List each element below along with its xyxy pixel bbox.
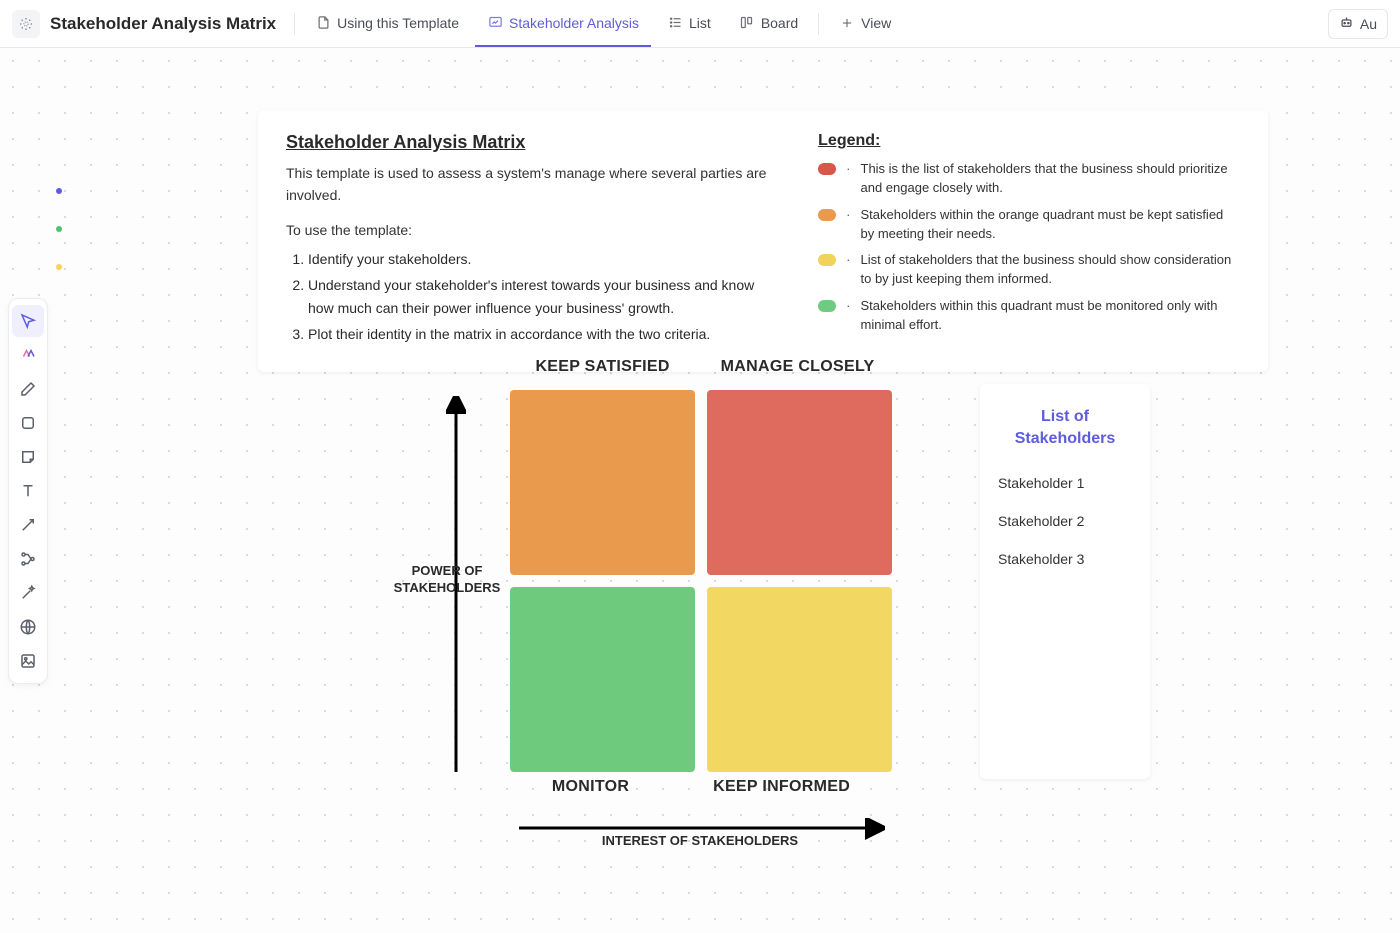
legend: Legend: · This is the list of stakeholde… [818, 132, 1240, 350]
sticky-color-hint [56, 264, 62, 270]
stakeholder-item[interactable]: Stakeholder 3 [998, 551, 1132, 567]
plus-icon [839, 15, 855, 31]
swatch-orange [818, 209, 836, 221]
x-axis-label: INTEREST OF STAKEHOLDERS [515, 833, 885, 850]
label-keep-informed: KEEP INFORMED [713, 778, 850, 796]
description-card[interactable]: Stakeholder Analysis Matrix This templat… [258, 110, 1268, 372]
divider [294, 13, 295, 35]
board-icon [739, 15, 755, 31]
tab-label: Stakeholder Analysis [509, 15, 639, 31]
pen-tool[interactable] [12, 373, 44, 405]
automations-button[interactable]: Au [1328, 9, 1388, 39]
tab-label: Board [761, 15, 798, 31]
stakeholder-list: Stakeholder 1 Stakeholder 2 Stakeholder … [998, 475, 1132, 567]
legend-item-green: · Stakeholders within this quadrant must… [818, 297, 1240, 335]
sticky-note-tool[interactable] [12, 441, 44, 473]
matrix-top-labels: KEEP SATISFIED MANAGE CLOSELY [510, 358, 900, 376]
stakeholder-item[interactable]: Stakeholder 1 [998, 475, 1132, 491]
legend-text: This is the list of stakeholders that th… [861, 160, 1241, 198]
label-manage-closely: MANAGE CLOSELY [721, 358, 875, 376]
image-tool[interactable] [12, 645, 44, 677]
app-logo[interactable] [12, 10, 40, 38]
quadrant-monitor[interactable] [510, 587, 695, 772]
tab-stakeholder-analysis[interactable]: Stakeholder Analysis [475, 1, 651, 47]
tab-label: List [689, 15, 711, 31]
add-view-button[interactable]: View [827, 1, 903, 47]
list-icon [667, 15, 683, 31]
step-item: Identify your stakeholders. [308, 248, 778, 270]
divider [818, 13, 819, 35]
page-title: Stakeholder Analysis Matrix [50, 14, 276, 34]
description-howto-lead: To use the template: [286, 220, 778, 242]
legend-item-orange: · Stakeholders within the orange quadran… [818, 206, 1240, 244]
quadrant-keep-informed[interactable] [707, 587, 892, 772]
relationship-tool[interactable] [12, 543, 44, 575]
legend-text: Stakeholders within this quadrant must b… [861, 297, 1241, 335]
tab-label: Using this Template [337, 15, 459, 31]
description-heading: Stakeholder Analysis Matrix [286, 132, 778, 153]
shape-tool[interactable] [12, 407, 44, 439]
stakeholder-item[interactable]: Stakeholder 2 [998, 513, 1132, 529]
swatch-green [818, 300, 836, 312]
step-item: Understand your stakeholder's interest t… [308, 274, 778, 319]
doc-icon [315, 15, 331, 31]
robot-icon [1339, 15, 1354, 33]
matrix-bottom-labels: MONITOR KEEP INFORMED [510, 778, 892, 796]
cursor-tool[interactable] [12, 305, 44, 337]
legend-heading: Legend: [818, 132, 1240, 150]
swatch-yellow [818, 254, 836, 266]
drawing-toolbar [8, 298, 48, 684]
label-keep-satisfied: KEEP SATISFIED [535, 358, 669, 376]
step-item: Plot their identity in the matrix in acc… [308, 323, 778, 345]
shape-color-hint [56, 226, 62, 232]
legend-text: List of stakeholders that the business s… [861, 251, 1241, 289]
add-view-label: View [861, 15, 891, 31]
stakeholder-matrix[interactable]: KEEP SATISFIED MANAGE CLOSELY POWER OF S… [410, 358, 970, 918]
text-tool[interactable] [12, 475, 44, 507]
stakeholder-list-card[interactable]: List of Stakeholders Stakeholder 1 Stake… [980, 384, 1150, 779]
tab-board[interactable]: Board [727, 1, 810, 47]
tab-list[interactable]: List [655, 1, 723, 47]
quadrant-manage-closely[interactable] [707, 390, 892, 575]
magic-tool[interactable] [12, 577, 44, 609]
legend-item-red: · This is the list of stakeholders that … [818, 160, 1240, 198]
whiteboard-icon [487, 15, 503, 31]
topbar: Stakeholder Analysis Matrix Using this T… [0, 0, 1400, 48]
connector-tool[interactable] [12, 509, 44, 541]
quadrant-keep-satisfied[interactable] [510, 390, 695, 575]
whiteboard-canvas[interactable]: Stakeholder Analysis Matrix This templat… [0, 48, 1400, 933]
web-tool[interactable] [12, 611, 44, 643]
ai-tool[interactable] [12, 339, 44, 371]
pen-color-hint [56, 188, 62, 194]
swatch-red [818, 163, 836, 175]
legend-text: Stakeholders within the orange quadrant … [861, 206, 1241, 244]
stakeholder-list-heading: List of Stakeholders [998, 406, 1132, 449]
legend-item-yellow: · List of stakeholders that the business… [818, 251, 1240, 289]
automations-label: Au [1360, 16, 1377, 32]
tab-using-template[interactable]: Using this Template [303, 1, 471, 47]
y-axis-label: POWER OF STAKEHOLDERS [392, 563, 502, 597]
description-steps: Identify your stakeholders. Understand y… [286, 248, 778, 346]
label-monitor: MONITOR [552, 778, 629, 796]
description-intro: This template is used to assess a system… [286, 163, 778, 206]
matrix-quadrants [510, 390, 892, 772]
description-text: Stakeholder Analysis Matrix This templat… [286, 132, 778, 350]
